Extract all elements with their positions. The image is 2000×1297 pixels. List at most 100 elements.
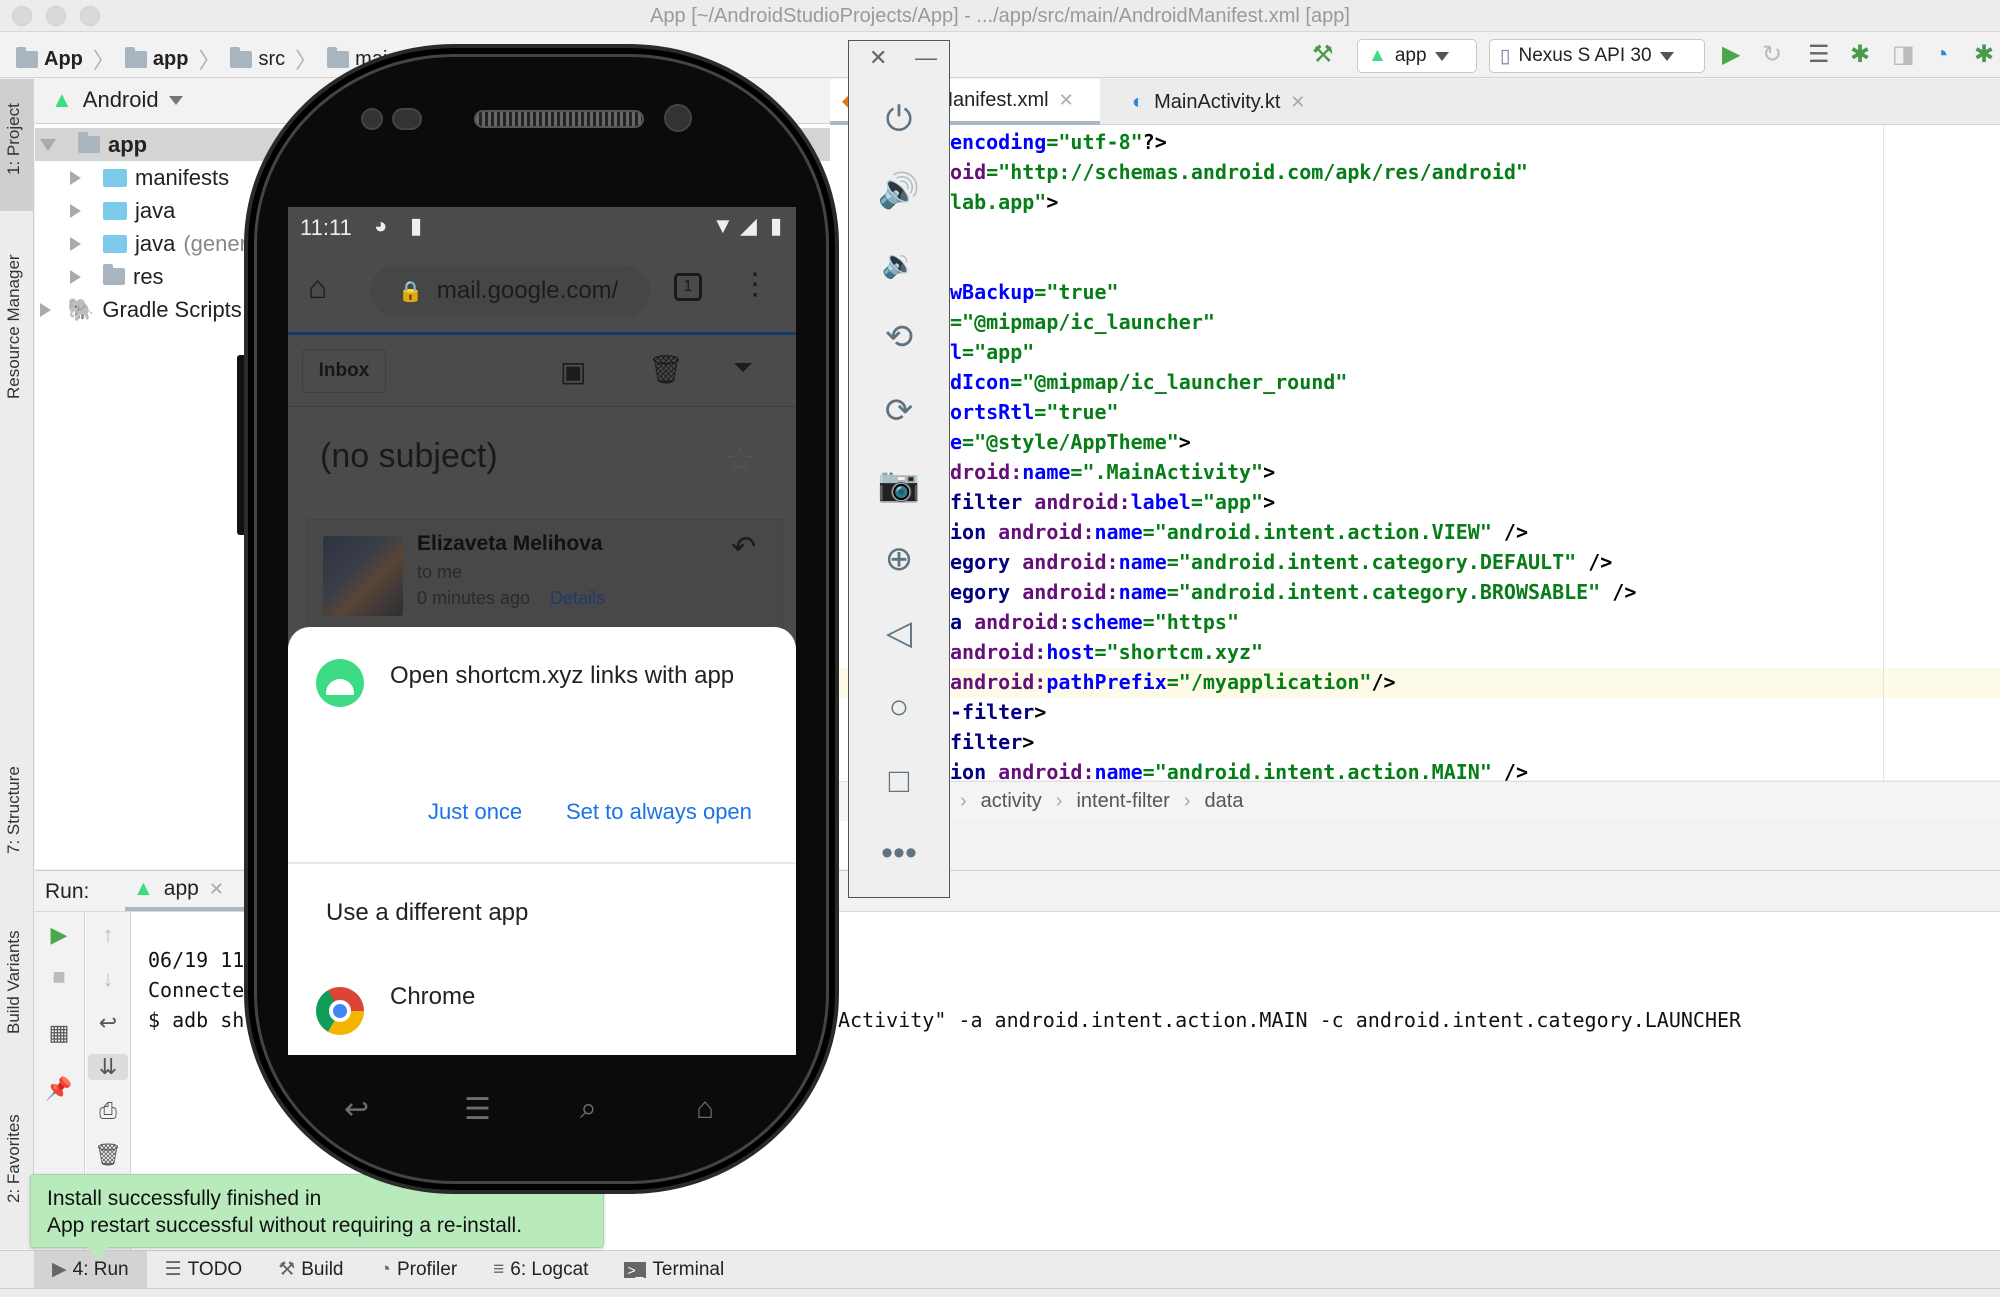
overview-square-icon[interactable]: □ bbox=[849, 761, 949, 801]
more-options-icon[interactable]: ••• bbox=[849, 833, 949, 873]
structure-crumb[interactable]: data bbox=[1205, 790, 1244, 813]
cell-signal-icon: ◢ bbox=[740, 213, 757, 238]
collapsed-arrow-icon bbox=[70, 170, 81, 185]
hw-menu-icon[interactable]: ☰ bbox=[464, 1092, 491, 1127]
structure-crumb[interactable]: activity bbox=[981, 790, 1042, 813]
device-selector[interactable]: ▯ Nexus S API 30 bbox=[1489, 39, 1705, 73]
home-circle-icon[interactable]: ○ bbox=[849, 687, 949, 727]
tree-node-app[interactable]: app bbox=[40, 128, 297, 161]
tab-main-activity[interactable]: ◐ MainActivity.kt ✕ bbox=[1120, 79, 1350, 125]
project-view-selector[interactable]: ▲ Android bbox=[51, 87, 183, 113]
star-icon[interactable]: ☆ bbox=[724, 439, 756, 481]
code-line: egory android:name="android.intent.categ… bbox=[950, 550, 1613, 574]
tool-tab-favorites[interactable]: 2: Favorites bbox=[4, 1114, 24, 1203]
up-arrow-icon[interactable]: ↑ bbox=[88, 922, 128, 948]
folder-icon bbox=[327, 46, 350, 68]
breadcrumb-item[interactable]: src bbox=[258, 48, 285, 71]
status-time: 11:11 bbox=[300, 215, 352, 240]
close-emulator-icon[interactable]: ✕ bbox=[869, 45, 887, 71]
details-link[interactable]: Details bbox=[550, 588, 605, 609]
archive-icon[interactable]: ▣ bbox=[560, 355, 586, 388]
set-always-open-button[interactable]: Set to always open bbox=[566, 799, 752, 825]
tool-tab-build[interactable]: ⚒ Build bbox=[260, 1251, 361, 1289]
just-once-button[interactable]: Just once bbox=[428, 799, 522, 825]
close-tab-icon[interactable]: ✕ bbox=[1290, 92, 1305, 113]
run-icon[interactable]: ▶ bbox=[1722, 43, 1740, 67]
code-line: ortsRtl="true" bbox=[950, 400, 1119, 424]
project-folder-icon bbox=[16, 46, 38, 68]
stop-icon[interactable]: ■ bbox=[39, 964, 79, 990]
volume-down-icon[interactable]: 🔉 bbox=[849, 244, 949, 284]
clear-trash-icon[interactable]: 🗑 bbox=[88, 1142, 128, 1168]
tool-tab-profiler[interactable]: ◔ Profiler bbox=[362, 1251, 476, 1289]
chrome-icon[interactable] bbox=[316, 987, 364, 1035]
close-tab-icon[interactable]: ✕ bbox=[209, 879, 224, 900]
zoom-icon[interactable]: ⊕ bbox=[849, 539, 949, 579]
url-bar[interactable]: 🔒 mail.google.com/ bbox=[370, 265, 650, 317]
sent-time: 0 minutes ago bbox=[417, 588, 531, 608]
code-line: wBackup="true" bbox=[950, 280, 1119, 304]
inbox-back-button[interactable]: Inbox bbox=[302, 349, 386, 393]
module-folder-icon bbox=[78, 132, 100, 153]
power-icon[interactable]: ⏻ bbox=[849, 99, 949, 139]
code-line: encoding="utf-8"?> bbox=[950, 130, 1167, 154]
minimize-emulator-icon[interactable]: — bbox=[915, 45, 937, 71]
kotlin-file-icon: ◐ bbox=[1132, 90, 1145, 113]
screenshot-camera-icon[interactable]: 📷 bbox=[849, 465, 949, 505]
code-line: e="@style/AppTheme"> bbox=[950, 430, 1191, 454]
dropdown-icon[interactable] bbox=[734, 363, 752, 372]
tool-tab-structure[interactable]: 7: Structure bbox=[4, 766, 24, 854]
close-tab-icon[interactable]: ✕ bbox=[1059, 90, 1074, 111]
tool-tab-todo[interactable]: ☰ TODO bbox=[147, 1251, 261, 1289]
balloon-pointer bbox=[88, 1247, 108, 1259]
more-menu-icon[interactable]: ⋮ bbox=[740, 267, 770, 302]
navigation-bar: App〉 app〉 src〉 main ⚒ ▲ app ▯ Nexus S AP… bbox=[0, 33, 2000, 78]
rerun-icon[interactable]: ▶ bbox=[39, 922, 79, 948]
open-with-dialog: Open shortcm.xyz links with app Just onc… bbox=[288, 627, 796, 1055]
tool-tab-build-variants[interactable]: Build Variants bbox=[4, 930, 24, 1034]
tool-tab-logcat[interactable]: ≡ 6: Logcat bbox=[475, 1251, 606, 1289]
tool-tab-project[interactable]: 1: Project bbox=[4, 103, 24, 175]
rotate-left-icon[interactable]: ⟲ bbox=[849, 317, 949, 357]
delete-icon[interactable]: 🗑 bbox=[648, 353, 684, 386]
scroll-to-end-icon[interactable]: ⇊ bbox=[88, 1054, 128, 1080]
hw-back-icon[interactable]: ↩ bbox=[344, 1092, 369, 1127]
attach-debugger-icon[interactable]: ◨ bbox=[1892, 43, 1915, 67]
tool-window-bar-bottom: ▶ 4: Run ☰ TODO ⚒ Build ◔ Profiler ≡ 6: Logca… bbox=[0, 1250, 2000, 1289]
home-icon[interactable]: ⌂ bbox=[308, 269, 327, 306]
back-triangle-icon[interactable]: ◁ bbox=[849, 613, 949, 653]
pin-icon[interactable]: 📌 bbox=[39, 1076, 79, 1102]
message-card[interactable]: Elizaveta Melihova to me 0 minutes ago D… bbox=[306, 519, 784, 629]
tab-switcher-button[interactable]: 1 bbox=[674, 273, 702, 301]
breadcrumb-item[interactable]: App bbox=[44, 48, 83, 71]
tool-tab-terminal[interactable]: >_ Terminal bbox=[606, 1251, 742, 1289]
phone-speaker-grille bbox=[474, 110, 644, 128]
hw-search-icon[interactable]: ⌕ bbox=[580, 1092, 597, 1126]
dialog-title: Open shortcm.xyz links with app bbox=[390, 662, 735, 689]
build-hammer-icon[interactable]: ⚒ bbox=[1312, 43, 1334, 67]
run-config-selector[interactable]: ▲ app bbox=[1357, 39, 1477, 73]
structure-crumb[interactable]: intent-filter bbox=[1076, 790, 1169, 813]
code-line: oid="http://schemas.android.com/apk/res/… bbox=[950, 160, 1528, 184]
breadcrumb-item[interactable]: app bbox=[153, 48, 189, 71]
debug-icon[interactable]: ✱ bbox=[1850, 43, 1870, 67]
reply-icon[interactable]: ↶ bbox=[731, 530, 756, 565]
print-icon[interactable]: ⎙ bbox=[88, 1098, 128, 1124]
sync-icon[interactable]: ✱ bbox=[1974, 43, 1994, 67]
rotate-right-icon[interactable]: ⟳ bbox=[849, 391, 949, 431]
hw-home-icon[interactable]: ⌂ bbox=[696, 1092, 714, 1126]
hammer-icon: ⚒ bbox=[278, 1259, 296, 1280]
gauge-icon: ◔ bbox=[379, 1258, 391, 1280]
apply-code-changes-icon[interactable]: ☰ bbox=[1808, 43, 1830, 67]
volume-up-icon[interactable]: 🔊 bbox=[849, 171, 949, 211]
code-line: ="@mipmap/ic_launcher" bbox=[950, 310, 1215, 334]
list-icon: ☰ bbox=[164, 1259, 182, 1280]
profiler-icon[interactable]: ◔ bbox=[1934, 43, 1949, 67]
soft-wrap-icon[interactable]: ↩ bbox=[88, 1010, 128, 1036]
apply-changes-icon[interactable]: ↻ bbox=[1762, 43, 1782, 67]
tool-tab-resource-manager[interactable]: Resource Manager bbox=[4, 254, 24, 399]
recipient: to me bbox=[417, 562, 463, 582]
layout-icon[interactable]: ▦ bbox=[39, 1020, 79, 1046]
down-arrow-icon[interactable]: ↓ bbox=[88, 966, 128, 992]
chrome-option[interactable]: Chrome bbox=[390, 983, 475, 1011]
